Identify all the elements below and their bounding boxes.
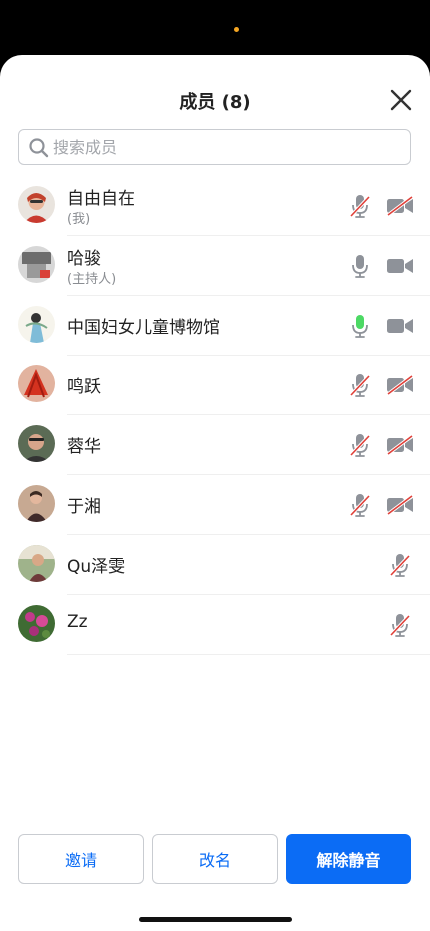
row-divider xyxy=(67,653,430,655)
member-name: 哈骏 xyxy=(67,248,101,269)
avatar xyxy=(18,485,55,522)
members-sheet: 成员 (8) 自由自在 (我) 哈骏 (主持人) 中国妇女儿童博物馆鸣跃蓉华于湘 Qu泽雯… xyxy=(0,55,430,931)
camera-indicator-dot xyxy=(234,27,239,32)
microphone-muted-icon[interactable] xyxy=(389,613,411,637)
member-role: (我) xyxy=(67,212,91,227)
microphone-muted-icon[interactable] xyxy=(349,373,371,398)
page-title: 成员 (8) xyxy=(179,92,251,113)
member-name: 鸣跃 xyxy=(67,377,101,398)
member-row[interactable]: 蓉华 xyxy=(0,415,430,476)
microphone-icon[interactable] xyxy=(349,314,371,338)
avatar xyxy=(18,365,55,403)
video-camera-icon[interactable] xyxy=(386,256,414,276)
member-name: 自由自在 xyxy=(67,189,135,209)
invite-button[interactable]: 邀请 xyxy=(18,834,144,884)
video-camera-off-icon[interactable] xyxy=(386,434,414,456)
member-row[interactable]: Qu泽雯 xyxy=(0,535,430,595)
microphone-icon[interactable] xyxy=(349,254,371,278)
member-name: Zz xyxy=(67,611,88,632)
avatar xyxy=(18,425,55,463)
search-icon xyxy=(29,138,49,158)
member-row[interactable]: 于湘 xyxy=(0,475,430,535)
video-camera-off-icon[interactable] xyxy=(386,195,414,217)
video-camera-off-icon[interactable] xyxy=(386,374,414,396)
member-name: 中国妇女儿童博物馆 xyxy=(67,317,220,338)
rename-button[interactable]: 改名 xyxy=(152,834,278,884)
search-input[interactable] xyxy=(53,130,393,164)
close-icon[interactable] xyxy=(386,85,416,115)
member-row[interactable]: 鸣跃 xyxy=(0,355,430,416)
microphone-muted-icon[interactable] xyxy=(389,553,411,577)
avatar xyxy=(18,305,55,343)
member-row[interactable]: 自由自在 (我) xyxy=(0,176,430,236)
member-name: Qu泽雯 xyxy=(67,556,126,577)
member-name: 于湘 xyxy=(67,497,101,517)
member-row[interactable]: Zz xyxy=(0,595,430,655)
avatar xyxy=(18,245,55,283)
avatar xyxy=(18,544,55,582)
unmute-all-button[interactable]: 解除静音 xyxy=(286,834,411,884)
member-row[interactable]: 中国妇女儿童博物馆 xyxy=(0,296,430,356)
member-row[interactable]: 哈骏 (主持人) xyxy=(0,236,430,296)
home-indicator xyxy=(139,917,292,922)
microphone-muted-icon[interactable] xyxy=(349,194,371,218)
microphone-muted-icon[interactable] xyxy=(349,493,371,517)
member-name: 蓉华 xyxy=(67,437,101,458)
member-role: (主持人) xyxy=(67,271,117,287)
avatar xyxy=(18,604,55,642)
search-box[interactable] xyxy=(18,129,411,165)
microphone-muted-icon[interactable] xyxy=(349,433,371,458)
video-camera-off-icon[interactable] xyxy=(386,494,414,516)
avatar xyxy=(18,186,55,223)
video-camera-icon[interactable] xyxy=(386,316,414,336)
